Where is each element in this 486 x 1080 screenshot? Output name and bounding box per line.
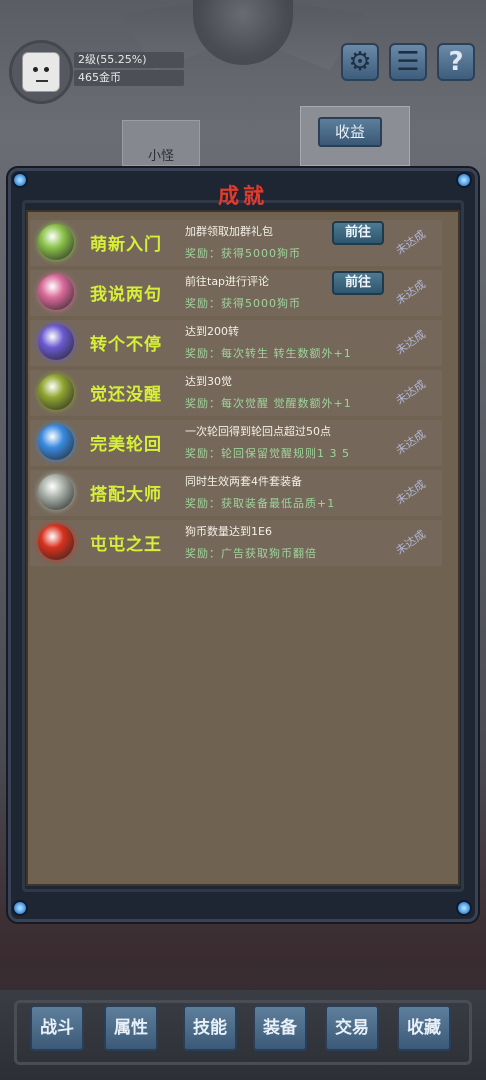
red-orb-icon <box>38 524 74 560</box>
nav-battle-button[interactable]: 战斗 <box>30 1005 84 1051</box>
achievement-row: 我说两句 前往tap进行评论奖励：获得5000狗币 前往 未达成 <box>30 270 442 316</box>
achievement-name: 转个不停 <box>90 335 162 355</box>
achievement-name: 屯屯之王 <box>90 535 162 555</box>
achievement-row: 觉还没醒 达到30觉奖励：每次觉醒 觉醒数额外+1 未达成 <box>30 370 442 416</box>
nav-collection-button[interactable]: 收藏 <box>397 1005 451 1051</box>
achievement-reward: 奖励：获得5000狗币 <box>185 297 301 310</box>
achievement-reward: 奖励：获得5000狗币 <box>185 247 301 260</box>
achievement-reward: 奖励：每次觉醒 觉醒数额外+1 <box>185 397 352 410</box>
nav-attributes-button[interactable]: 属性 <box>104 1005 158 1051</box>
achievement-description: 狗币数量达到1E6 <box>185 525 272 538</box>
avatar-face-icon <box>22 52 60 92</box>
achievement-description: 前往tap进行评论 <box>185 275 270 288</box>
go-button[interactable]: 前往 <box>332 271 384 295</box>
purple-orb-icon <box>38 324 74 360</box>
achievement-row: 屯屯之王 狗币数量达到1E6 奖励：广告获取狗币翻倍 未达成 <box>30 520 442 566</box>
corner-gem-icon <box>12 900 28 916</box>
corner-gem-icon <box>456 900 472 916</box>
achievement-name: 觉还没醒 <box>90 385 162 405</box>
menu-icon: ☰ <box>396 47 420 77</box>
achievement-name: 搭配大师 <box>90 485 162 505</box>
gold-text: 465金币 <box>78 71 121 84</box>
settings-button[interactable]: ⚙ <box>341 43 379 81</box>
gear-icon: ⚙ <box>348 47 372 77</box>
help-button[interactable]: ? <box>437 43 475 81</box>
status-badge: 未达成 <box>393 427 429 458</box>
status-badge: 未达成 <box>393 277 429 308</box>
tab-small-monster[interactable]: 小怪 <box>122 120 200 166</box>
status-badge: 未达成 <box>393 527 429 558</box>
nav-equipment-button[interactable]: 装备 <box>253 1005 307 1051</box>
tab-income[interactable]: 收益 <box>318 117 382 147</box>
achievement-reward: 奖励：轮回保留觉醒规则1 3 5 <box>185 447 350 460</box>
nav-skills-button[interactable]: 技能 <box>183 1005 237 1051</box>
menu-button[interactable]: ☰ <box>389 43 427 81</box>
blue-orb-icon <box>38 424 74 460</box>
status-badge: 未达成 <box>393 227 429 258</box>
go-button[interactable]: 前往 <box>332 221 384 245</box>
achievement-description: 加群领取加群礼包 <box>185 225 273 238</box>
achievement-reward: 奖励：获取装备最低品质+1 <box>185 497 336 510</box>
avatar[interactable] <box>9 40 73 104</box>
achievement-reward: 奖励：每次转生 转生数额外+1 <box>185 347 352 360</box>
achievement-row: 转个不停 达到200转奖励：每次转生 转生数额外+1 未达成 <box>30 320 442 366</box>
status-badge: 未达成 <box>393 327 429 358</box>
achievement-name: 萌新入门 <box>90 235 162 255</box>
achievement-name: 完美轮回 <box>90 435 162 455</box>
silver-orb-icon <box>38 474 74 510</box>
achievement-reward: 奖励：广告获取狗币翻倍 <box>185 547 317 560</box>
panel-title: 成就 <box>218 184 268 208</box>
pink-orb-icon <box>38 274 74 310</box>
achievement-row: 萌新入门 加群领取加群礼包奖励：获得5000狗币 前往 未达成 <box>30 220 442 266</box>
achievement-name: 我说两句 <box>90 285 162 305</box>
achievement-row: 完美轮回 一次轮回得到轮回点超过50点奖励：轮回保留觉醒规则1 3 5 未达成 <box>30 420 442 466</box>
status-badge: 未达成 <box>393 477 429 508</box>
nav-trade-button[interactable]: 交易 <box>325 1005 379 1051</box>
olive-orb-icon <box>38 374 74 410</box>
achievement-description: 达到30觉 <box>185 375 232 388</box>
help-icon: ? <box>448 47 464 77</box>
status-badge: 未达成 <box>393 377 429 408</box>
level-text: 2级(55.25%) <box>78 53 147 66</box>
achievement-row: 搭配大师 同时生效两套4件套装备奖励：获取装备最低品质+1 未达成 <box>30 470 442 516</box>
achievement-description: 达到200转 <box>185 325 239 338</box>
achievement-description: 同时生效两套4件套装备 <box>185 475 302 488</box>
green-orb-icon <box>38 224 74 260</box>
achievement-description: 一次轮回得到轮回点超过50点 <box>185 425 331 438</box>
